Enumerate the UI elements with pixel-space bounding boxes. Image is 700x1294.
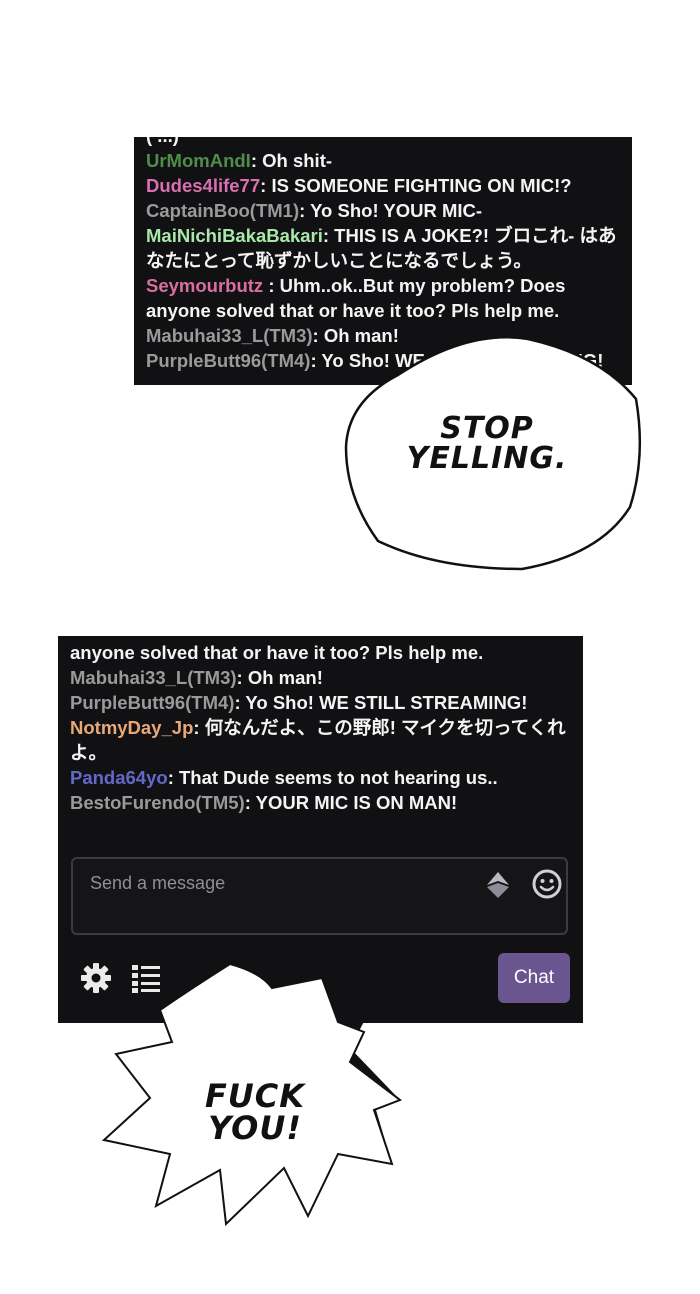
emoji-icon[interactable] bbox=[531, 868, 563, 900]
chat-username[interactable]: MaiNichiBakaBakari bbox=[146, 225, 323, 246]
bits-icon[interactable] bbox=[485, 871, 511, 899]
chat-message: MaiNichiBakaBakari: THIS IS A JOKE?! ブロこ… bbox=[146, 223, 624, 273]
chat-message-text: : That Dude seems to not hearing us.. bbox=[167, 767, 498, 788]
chat-send-button[interactable]: Chat bbox=[498, 953, 570, 1003]
chat-username[interactable]: Panda64yo bbox=[70, 767, 168, 788]
chat-username[interactable]: UrMomAndI bbox=[146, 150, 251, 171]
chat-username[interactable]: Mabuhai33_L(TM3) bbox=[146, 325, 313, 346]
chat-message: Dudes4life77: IS SOMEONE FIGHTING ON MIC… bbox=[146, 173, 624, 198]
bubble-text-fuck-you: FUCK YOU! bbox=[204, 1077, 306, 1147]
chat-username[interactable]: Seymourbutz bbox=[146, 275, 263, 296]
chat-message-text: : Oh man! bbox=[236, 667, 323, 688]
chat-message: ( ...) ʽ ʿʾ ʻ ʽ ʿ ʾ ʻ bbox=[146, 137, 624, 148]
chat-message-text: anyone solved that or have it too? Pls h… bbox=[70, 642, 484, 663]
chat-username[interactable]: NotmyDay_Jp bbox=[70, 717, 193, 738]
chat-message-text: : Yo Sho! YOUR MIC- bbox=[299, 200, 483, 221]
chat-message: Seymourbutz : Uhm..ok..But my problem? D… bbox=[146, 273, 624, 323]
message-input[interactable]: Send a message bbox=[71, 857, 568, 935]
chat-message: UrMomAndI: Oh shit- bbox=[146, 148, 624, 173]
chat-message-text: ( ...) ʽ ʿʾ ʻ ʽ ʿ ʾ ʻ bbox=[146, 137, 260, 146]
chat-username[interactable]: PurpleButt96(TM4) bbox=[146, 350, 310, 371]
bubble-text-stop-yelling: STOP YELLING. bbox=[406, 411, 568, 476]
chat-message: Mabuhai33_L(TM3): Oh man! bbox=[70, 665, 575, 690]
message-list: anyone solved that or have it too? Pls h… bbox=[70, 640, 575, 815]
chat-username[interactable]: PurpleButt96(TM4) bbox=[70, 692, 234, 713]
chat-message: PurpleButt96(TM4): Yo Sho! WE STILL STRE… bbox=[70, 690, 575, 715]
message-input-placeholder: Send a message bbox=[90, 873, 226, 893]
chat-username[interactable]: CaptainBoo(TM1) bbox=[146, 200, 299, 221]
chat-message-text: : Oh shit- bbox=[250, 150, 333, 171]
chat-message-text: : YOUR MIC IS ON MAN! bbox=[244, 792, 458, 813]
chat-message-text: : Yo Sho! WE STILL STREAMING! bbox=[234, 692, 528, 713]
chat-message: CaptainBoo(TM1): Yo Sho! YOUR MIC- bbox=[146, 198, 624, 223]
chat-username[interactable]: Dudes4life77 bbox=[146, 175, 260, 196]
chat-username[interactable]: BestoFurendo(TM5) bbox=[70, 792, 245, 813]
chat-username[interactable]: Mabuhai33_L(TM3) bbox=[70, 667, 237, 688]
chat-message: anyone solved that or have it too? Pls h… bbox=[70, 640, 575, 665]
chat-message: Panda64yo: That Dude seems to not hearin… bbox=[70, 765, 575, 790]
chat-message: BestoFurendo(TM5): YOUR MIC IS ON MAN! bbox=[70, 790, 575, 815]
chat-message-text: : IS SOMEONE FIGHTING ON MIC!? bbox=[260, 175, 572, 196]
chat-message: NotmyDay_Jp: 何なんだよ、この野郎! マイクを切ってくれよ。 bbox=[70, 715, 575, 765]
